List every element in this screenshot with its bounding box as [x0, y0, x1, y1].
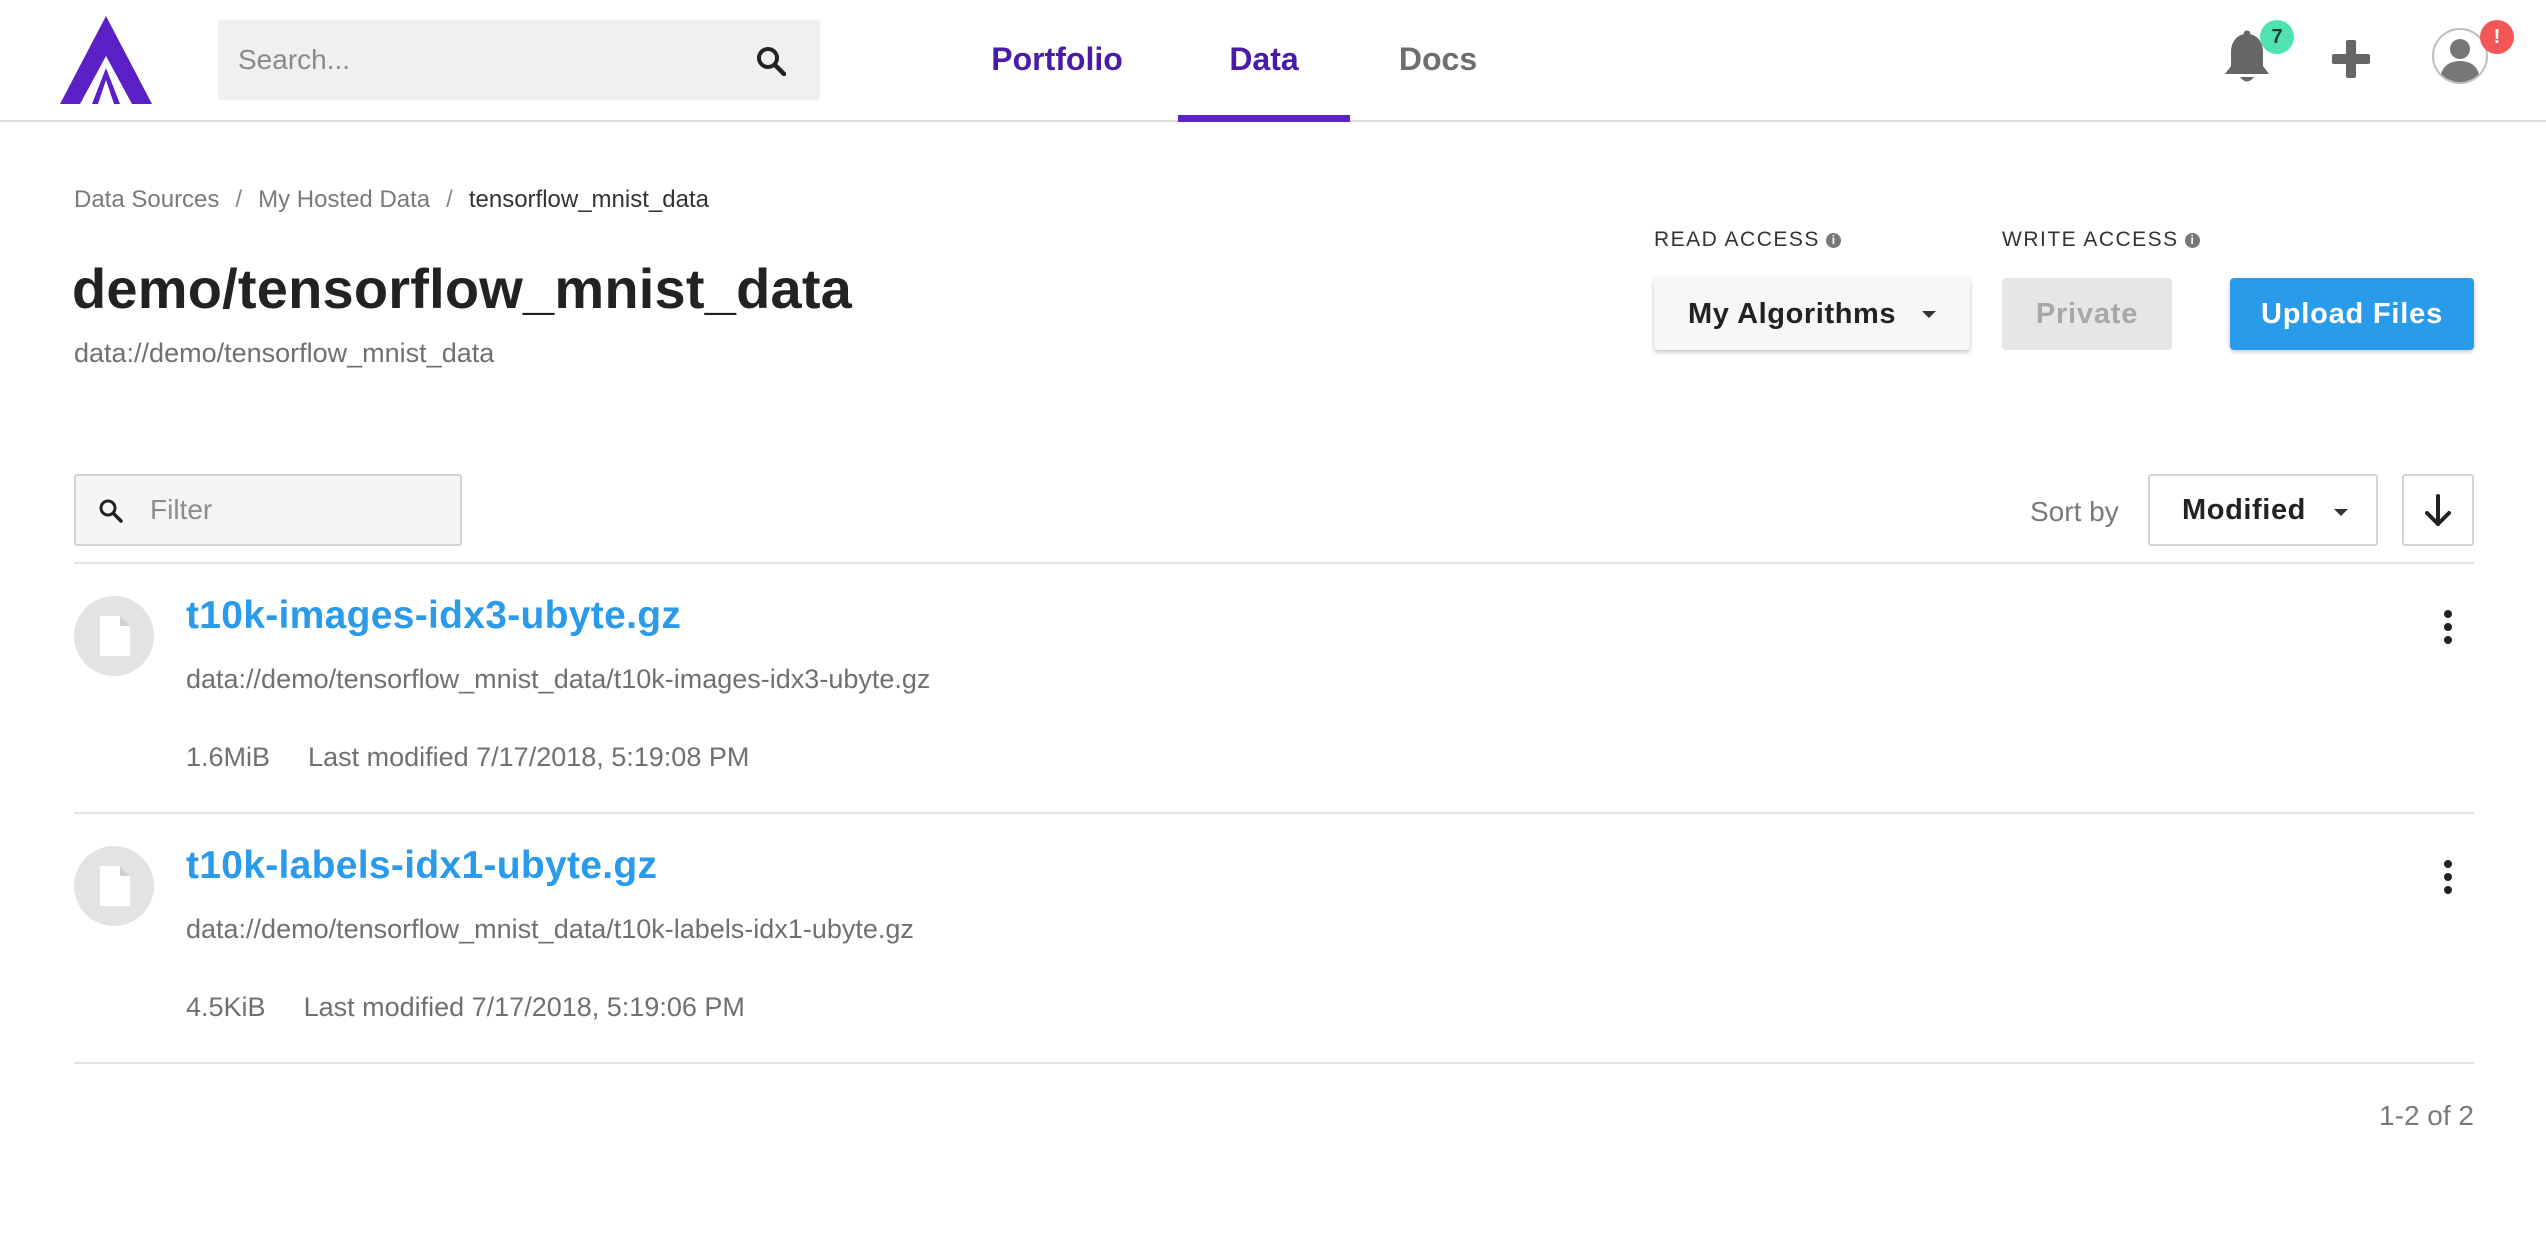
file-path: data://demo/tensorflow_mnist_data/t10k-l… — [186, 914, 914, 944]
file-path: data://demo/tensorflow_mnist_data/t10k-i… — [186, 664, 931, 694]
file-icon — [100, 866, 130, 906]
list-divider — [74, 1062, 2474, 1064]
file-name-link[interactable]: t10k-images-idx3-ubyte.gz — [186, 594, 681, 638]
sort-direction-button[interactable] — [2402, 474, 2474, 546]
file-meta: 1.6MiB Last modified 7/17/2018, 5:19:08 P… — [186, 742, 749, 773]
breadcrumb-current: tensorflow_mnist_data — [468, 186, 709, 213]
file-row[interactable]: t10k-labels-idx1-ubyte.gz data://demo/te… — [74, 814, 2474, 1062]
top-navbar: Search... Portfolio Data Docs 7 ! — [0, 0, 2546, 122]
arrow-down-icon — [2425, 494, 2451, 526]
write-access-label: WRITE ACCESS i — [2002, 228, 2200, 252]
collection-path: data://demo/tensorflow_mnist_data — [74, 338, 495, 368]
caret-down-icon — [1922, 311, 1936, 318]
write-access-label-text: WRITE ACCESS — [2002, 228, 2179, 251]
search-icon[interactable] — [756, 46, 786, 76]
read-access-label: READ ACCESS i — [1654, 228, 1841, 252]
notification-count-badge: 7 — [2260, 20, 2294, 54]
filter-box[interactable]: Filter — [74, 474, 462, 546]
nav-tab-portfolio[interactable]: Portfolio — [982, 0, 1132, 120]
nav-tab-docs[interactable]: Docs — [1388, 0, 1488, 120]
file-modified: Last modified 7/17/2018, 5:19:06 PM — [303, 992, 745, 1022]
file-avatar — [74, 846, 154, 926]
breadcrumb-my-hosted-data[interactable]: My Hosted Data — [258, 186, 430, 213]
file-size: 4.5KiB — [186, 992, 266, 1022]
caret-down-icon — [2334, 509, 2348, 516]
algorithmia-logo-icon[interactable] — [60, 16, 152, 104]
user-silhouette-icon — [2440, 39, 2480, 82]
file-avatar — [74, 596, 154, 676]
more-options-icon[interactable] — [2440, 860, 2456, 900]
write-access-button[interactable]: Private — [2002, 278, 2172, 350]
file-name-link[interactable]: t10k-labels-idx1-ubyte.gz — [186, 844, 657, 888]
breadcrumb-data-sources[interactable]: Data Sources — [74, 186, 219, 213]
page-title: demo/tensorflow_mnist_data — [72, 257, 853, 320]
sort-dropdown[interactable]: Modified — [2148, 474, 2378, 546]
breadcrumb-separator: / — [235, 186, 243, 213]
read-access-dropdown[interactable]: My Algorithms — [1654, 278, 1970, 350]
plus-icon[interactable] — [2330, 38, 2372, 80]
sort-value: Modified — [2182, 494, 2307, 526]
filter-input[interactable]: Filter — [150, 476, 212, 544]
profile-alert-badge: ! — [2480, 20, 2514, 54]
breadcrumb-separator: / — [446, 186, 453, 213]
sort-by-label: Sort by — [2030, 496, 2119, 527]
file-meta: 4.5KiB Last modified 7/17/2018, 5:19:06 P… — [186, 992, 745, 1023]
read-access-value: My Algorithms — [1688, 298, 1897, 330]
search-input[interactable]: Search... — [238, 20, 350, 100]
file-icon — [100, 616, 130, 656]
info-icon[interactable]: i — [1825, 233, 1841, 248]
upload-files-button[interactable]: Upload Files — [2230, 278, 2474, 350]
info-icon[interactable]: i — [2184, 233, 2200, 248]
more-options-icon[interactable] — [2440, 610, 2456, 650]
read-access-label-text: READ ACCESS — [1654, 228, 1820, 251]
breadcrumb: Data Sources / My Hosted Data / tensorflow_m… — [74, 186, 709, 214]
file-row[interactable]: t10k-images-idx3-ubyte.gz data://demo/te… — [74, 564, 2474, 812]
nav-tab-data[interactable]: Data — [1178, 0, 1350, 122]
search-box[interactable]: Search... — [218, 20, 820, 100]
file-size: 1.6MiB — [186, 742, 271, 772]
pagination-count: 1-2 of 2 — [2379, 1100, 2474, 1131]
search-icon — [99, 499, 123, 523]
file-modified: Last modified 7/17/2018, 5:19:08 PM — [308, 742, 750, 772]
